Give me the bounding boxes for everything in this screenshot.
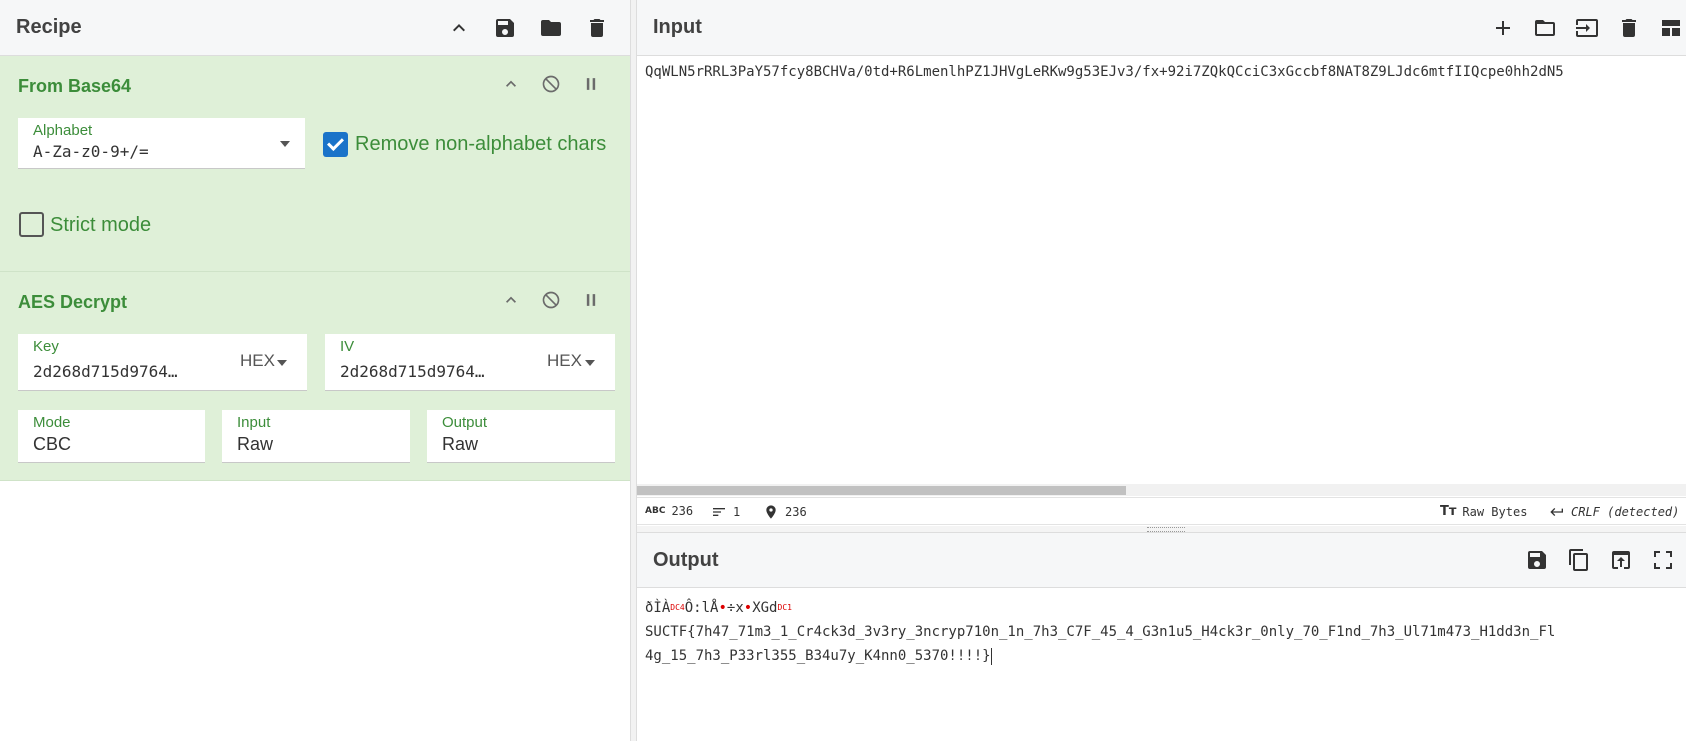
output-line-3: 4g_15_7h3_P33rl355_B34u7y_K4nn0_5370!!!!… xyxy=(645,647,992,665)
control-char-badge: DC1 xyxy=(777,603,792,612)
alphabet-value: A-Za-z0-9+/= xyxy=(33,142,149,161)
key-label: Key xyxy=(33,338,59,355)
strict-mode-checkbox[interactable] xyxy=(19,212,44,237)
lines-value: 1 xyxy=(733,505,741,519)
remove-nonalpha-checkbox[interactable] xyxy=(323,132,348,157)
alphabet-label: Alphabet xyxy=(33,122,93,139)
strict-mode-label: Strict mode xyxy=(50,214,152,236)
mode-value: CBC xyxy=(33,434,72,454)
output-pane: Output ðÌÀDC4Ô:lÅ•÷x•XGdDC1 SUCTF{7h47_7… xyxy=(637,532,1686,741)
mode-label: Mode xyxy=(33,414,71,431)
recipe-header: Recipe xyxy=(0,0,630,56)
replace-input-icon[interactable] xyxy=(1608,547,1634,573)
abc-icon: ABC xyxy=(645,506,666,516)
input-horizontal-scrollbar[interactable] xyxy=(637,484,1686,496)
output-text-fragment: 4g_15_7h3_P33rl355_B34u7y_K4nn0_5370!!!!… xyxy=(645,648,991,664)
mode-select[interactable]: Mode CBC xyxy=(18,410,205,463)
control-char-badge: DC4 xyxy=(670,603,685,612)
input-format-select[interactable]: Input Raw xyxy=(222,410,410,463)
pause-icon[interactable] xyxy=(580,73,602,95)
chevron-up-icon[interactable] xyxy=(500,73,522,95)
output-title: Output xyxy=(653,548,719,571)
iv-label: IV xyxy=(340,338,355,355)
key-value: 2d268d715d9764… xyxy=(33,362,178,381)
folder-icon[interactable] xyxy=(1532,15,1558,41)
text-size-icon: Tт xyxy=(1440,504,1457,519)
disable-icon[interactable] xyxy=(540,289,562,311)
key-format-select[interactable]: HEX xyxy=(240,351,275,371)
operation-from-base64: From Base64 Alphabet A-Za-z0-9+/= Remove… xyxy=(0,56,630,272)
output-format-select[interactable]: Output Raw xyxy=(427,410,615,463)
iv-value: 2d268d715d9764… xyxy=(340,362,485,381)
chevron-up-icon[interactable] xyxy=(446,15,472,41)
disable-icon[interactable] xyxy=(540,73,562,95)
key-field[interactable]: Key 2d268d715d9764… HEX xyxy=(18,334,307,391)
eol-stat[interactable]: CRLF (detected) xyxy=(1549,504,1679,520)
length-value: 236 xyxy=(671,504,694,518)
operation-title: From Base64 xyxy=(18,76,132,96)
iv-format-label: HEX xyxy=(547,351,582,370)
encoding-value: Raw Bytes xyxy=(1462,504,1528,519)
input-format-value: Raw xyxy=(237,434,274,454)
lines-stat: 1 xyxy=(711,504,740,520)
output-text-fragment: ðÌÀ xyxy=(645,600,671,616)
nonprintable-dot: • xyxy=(718,600,727,616)
recipe-pane: Recipe From Base64 Alphabet A-Za-z0-9+/=… xyxy=(0,0,631,741)
alphabet-select[interactable]: Alphabet A-Za-z0-9+/= xyxy=(18,118,305,169)
output-line-1: ðÌÀDC4Ô:lÅ•÷x•XGdDC1 xyxy=(645,600,792,616)
iv-field[interactable]: IV 2d268d715d9764… HEX xyxy=(325,334,615,391)
chevron-down-icon xyxy=(280,141,290,147)
maximise-icon[interactable] xyxy=(1650,547,1676,573)
recipe-title: Recipe xyxy=(16,16,82,38)
trash-icon[interactable] xyxy=(1616,15,1642,41)
nonprintable-dot: • xyxy=(743,600,753,616)
key-format-label: HEX xyxy=(240,351,275,370)
input-format-label: Input xyxy=(237,414,271,431)
chevron-down-icon xyxy=(277,360,287,366)
encoding-stat[interactable]: Tт Raw Bytes xyxy=(1440,504,1527,519)
copy-icon[interactable] xyxy=(1566,547,1592,573)
output-text-fragment: Ô:lÅ xyxy=(684,600,719,616)
input-header: Input xyxy=(637,0,1686,56)
trash-icon[interactable] xyxy=(584,15,610,41)
import-icon[interactable] xyxy=(1574,15,1600,41)
length-stat: ABC 236 xyxy=(645,504,693,518)
input-pane: Input QqWLN5rRRL3PaY57fcy8BCHVa/0td+R6Lm… xyxy=(637,0,1686,526)
position-value: 236 xyxy=(785,505,807,519)
chevron-down-icon xyxy=(585,360,595,366)
chevron-up-icon[interactable] xyxy=(500,289,522,311)
input-title: Input xyxy=(653,16,702,38)
output-text-fragment: ÷x xyxy=(726,600,744,616)
output-format-value: Raw xyxy=(442,434,479,454)
location-icon xyxy=(766,505,776,519)
folder-icon[interactable] xyxy=(538,15,564,41)
eol-value: CRLF (detected) xyxy=(1571,505,1680,519)
output-textarea[interactable]: ðÌÀDC4Ô:lÅ•÷x•XGdDC1 SUCTF{7h47_71m3_1_C… xyxy=(637,588,1686,676)
plus-icon[interactable] xyxy=(1490,15,1516,41)
output-header: Output xyxy=(637,532,1686,588)
pause-icon[interactable] xyxy=(580,289,602,311)
operation-title: AES Decrypt xyxy=(18,292,128,312)
iv-format-select[interactable]: HEX xyxy=(547,351,582,371)
output-line-2: SUCTF{7h47_71m3_1_Cr4ck3d_3v3ry_3ncryp71… xyxy=(645,624,1556,640)
save-icon[interactable] xyxy=(1524,547,1550,573)
lines-icon xyxy=(713,508,725,516)
input-textarea[interactable]: QqWLN5rRRL3PaY57fcy8BCHVa/0td+R6LmenlhPZ… xyxy=(637,56,1686,486)
remove-nonalpha-label: Remove non-alphabet chars xyxy=(355,133,607,155)
scrollbar-thumb[interactable] xyxy=(637,486,1126,495)
output-format-label: Output xyxy=(442,414,488,431)
output-text-fragment: XGd xyxy=(752,600,778,616)
position-stat: 236 xyxy=(763,504,807,520)
operation-aes-decrypt: AES Decrypt Key 2d268d715d9764… HEX IV 2… xyxy=(0,272,630,481)
text-cursor xyxy=(990,647,992,665)
input-status-bar: ABC 236 1 236 Tт Raw Bytes CRLF (detecte… xyxy=(637,497,1686,525)
save-icon[interactable] xyxy=(492,15,518,41)
layout-icon[interactable] xyxy=(1658,15,1684,41)
return-icon xyxy=(1550,508,1563,516)
